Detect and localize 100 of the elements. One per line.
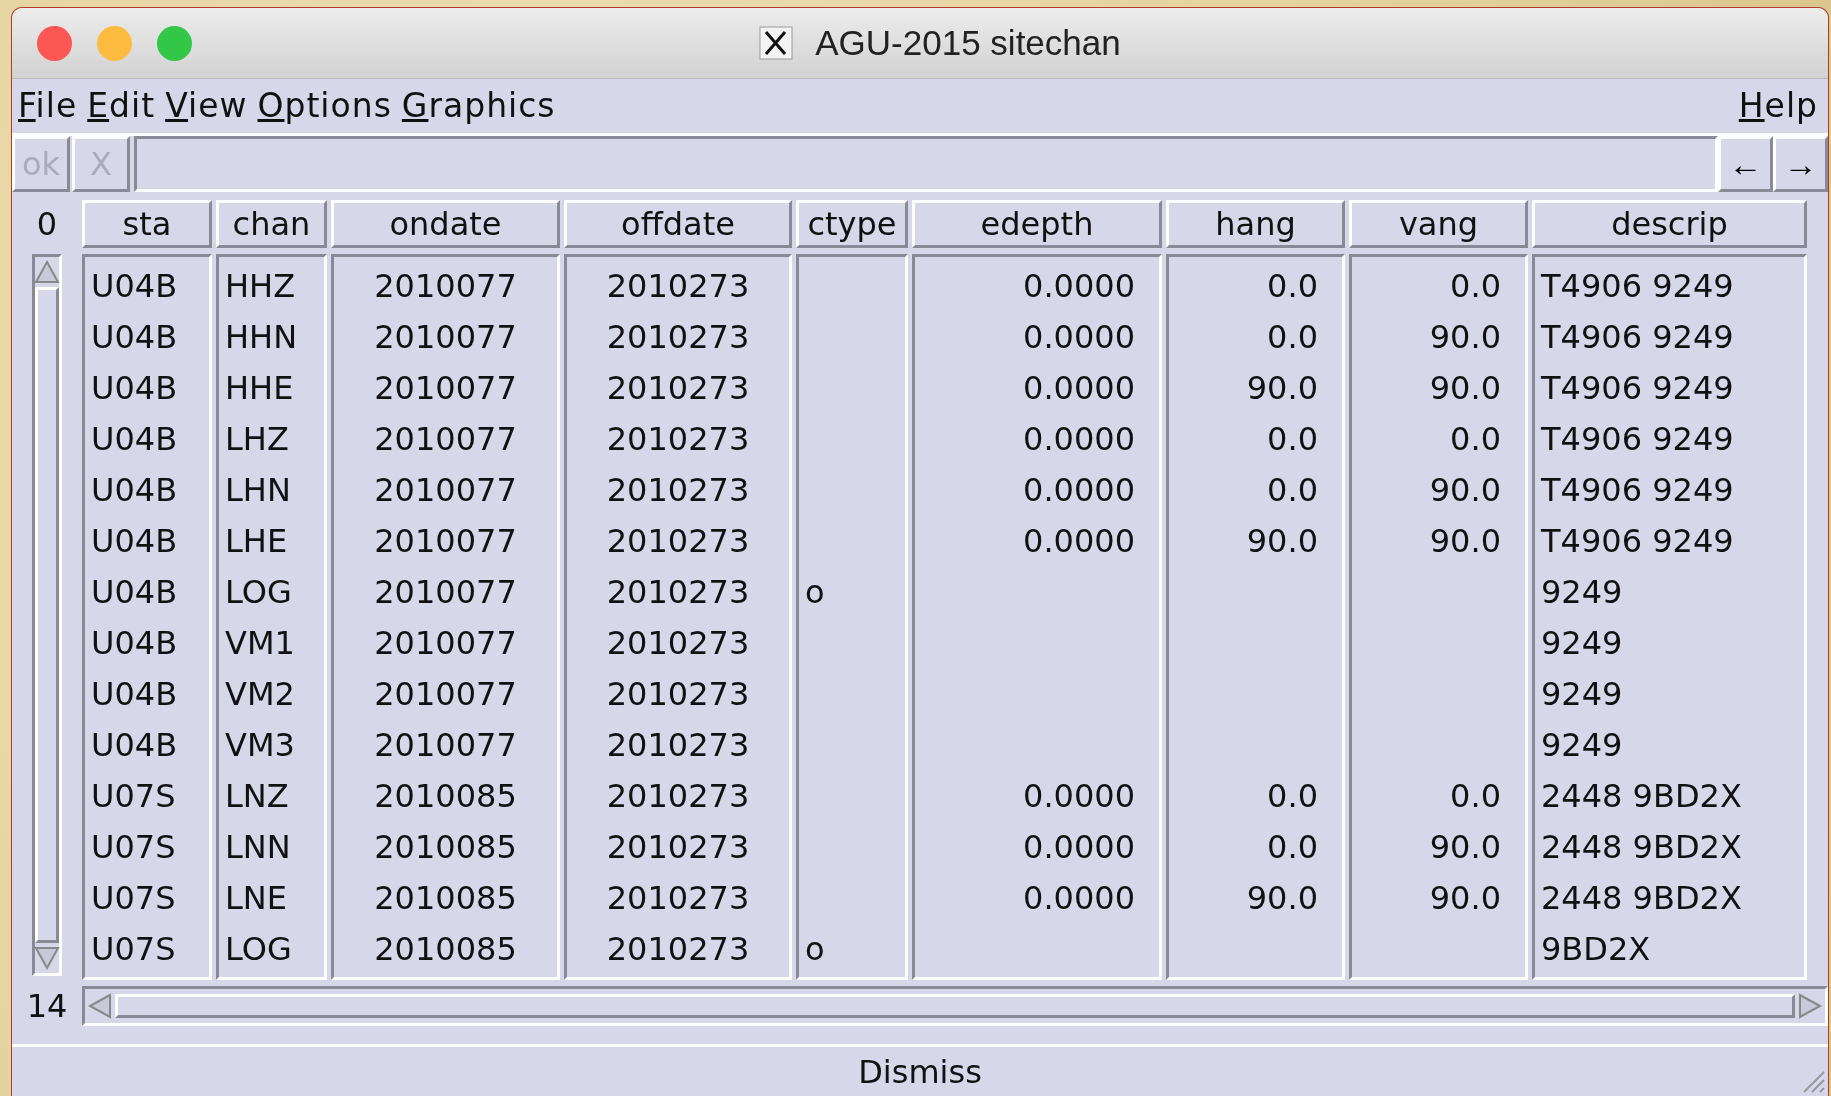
forward-button[interactable]: → — [1773, 136, 1828, 192]
window-title: AGU-2015 sitechan — [815, 23, 1121, 63]
table-cell-text: 0.0 — [1266, 317, 1319, 356]
table-cell-text: 2010077 — [373, 470, 518, 509]
column-header[interactable]: chan — [216, 200, 327, 248]
input-field[interactable] — [134, 136, 1718, 192]
row-index: 0 — [36, 204, 58, 245]
vertical-scrollbar[interactable] — [32, 254, 62, 976]
table-cell-text: VM3 — [225, 725, 296, 764]
table-cell-text: 90.0 — [1245, 521, 1319, 560]
x-window-icon — [759, 26, 794, 60]
column-header[interactable]: hang — [1166, 200, 1345, 248]
column-header[interactable]: vang — [1349, 200, 1528, 248]
column-header[interactable]: sta — [82, 200, 212, 248]
table-cell-text: 0.0 — [1266, 776, 1319, 815]
table-cell-text: 2010077 — [373, 317, 518, 356]
table-cell-text: 2010273 — [605, 878, 751, 917]
table-cell-text: 2010085 — [373, 878, 518, 917]
table-cell-text: 2010273 — [605, 725, 751, 764]
table-cell-text: 0.0 — [1266, 827, 1319, 866]
table-cell-text: VM2 — [225, 674, 296, 713]
table-cell-text: 0.0000 — [1022, 827, 1136, 866]
table-cell-text: 2010077 — [373, 725, 518, 764]
table-cell-text: 90.0 — [1245, 368, 1319, 407]
table-cell-text: 2010273 — [605, 419, 751, 458]
table-cell-text: U07S — [91, 827, 177, 866]
table-cell-text: 90.0 — [1428, 317, 1502, 356]
table-cell-text: 9BD2X — [1541, 929, 1652, 968]
table-cell-text: 9249 — [1541, 572, 1624, 611]
table-cell-text: 2010273 — [605, 266, 751, 305]
column-header[interactable]: descrip — [1532, 200, 1807, 248]
table-cell-text: 2010085 — [373, 929, 518, 968]
table-cell-text: 2010085 — [373, 827, 518, 866]
table-cell-text: LOG — [225, 572, 293, 611]
table-cell-text: 2010077 — [373, 368, 518, 407]
table-cell-text: 2010077 — [373, 572, 518, 611]
table-cell-text: LHZ — [225, 419, 290, 458]
table-cell-text: 9249 — [1541, 623, 1624, 662]
table-cell-text: HHZ — [225, 266, 297, 305]
table-cell-text: o — [805, 929, 826, 968]
table-cell-text: 90.0 — [1428, 827, 1502, 866]
table-cell-text: U04B — [91, 623, 179, 662]
table-cell-text: 2010273 — [605, 776, 751, 815]
column-header[interactable]: offdate — [564, 200, 792, 248]
menu-item[interactable]: Edit — [87, 85, 156, 125]
close-icon[interactable] — [37, 25, 72, 61]
table-cell-text: U04B — [91, 317, 179, 356]
table-cell-text: 2010273 — [605, 521, 751, 560]
scroll-up-icon[interactable] — [34, 259, 60, 285]
table-cell-text: 2010273 — [605, 317, 751, 356]
column-header[interactable]: ondate — [331, 200, 560, 248]
menu-item[interactable]: Graphics — [401, 85, 556, 125]
menu-item[interactable]: Options — [257, 85, 392, 125]
table-cell-text: 2010273 — [605, 929, 751, 968]
table-cell-text: U07S — [91, 878, 177, 917]
table-cell-text: 90.0 — [1245, 878, 1319, 917]
table-cell-text: 2010077 — [373, 623, 518, 662]
table-cell-text: 0.0000 — [1022, 266, 1136, 305]
table-cell-text: 2010273 — [605, 470, 751, 509]
column-header[interactable]: ctype — [796, 200, 908, 248]
column-header[interactable]: edepth — [912, 200, 1162, 248]
table-cell-text: VM1 — [225, 623, 296, 662]
table-cell-text: 2010273 — [605, 827, 751, 866]
table-cell-text: HHN — [225, 317, 299, 356]
maximize-icon[interactable] — [157, 25, 192, 61]
table-cell-text: U04B — [91, 674, 179, 713]
table-cell-text: LOG — [225, 929, 293, 968]
table-cell-text: HHE — [225, 368, 295, 407]
table-cell-text: 2448 9BD2X — [1541, 878, 1743, 917]
table-cell-text: LNN — [225, 827, 292, 866]
menu-item[interactable]: View — [165, 85, 248, 125]
table-cell-text: o — [805, 572, 826, 611]
table-cell-text: 2010077 — [373, 674, 518, 713]
scroll-left-icon[interactable] — [87, 993, 113, 1019]
table-cell-text: U07S — [91, 929, 177, 968]
menu-item[interactable]: File — [18, 85, 78, 125]
table-cell-text: U04B — [91, 725, 179, 764]
table-cell-text: 90.0 — [1428, 470, 1502, 509]
table-cell-text: U04B — [91, 266, 179, 305]
table-cell-text: U04B — [91, 419, 179, 458]
table-cell-text: 2448 9BD2X — [1541, 776, 1743, 815]
row-count: 14 — [26, 986, 68, 1027]
back-button[interactable]: ← — [1718, 136, 1773, 192]
minimize-icon[interactable] — [97, 25, 132, 61]
horizontal-scrollbar[interactable] — [82, 986, 1828, 1026]
table-cell-text: 0.0 — [1266, 470, 1319, 509]
table-cell-text: T4906 9249 — [1541, 266, 1735, 305]
table-cell-text: 9249 — [1541, 674, 1624, 713]
table-cell-text: 9249 — [1541, 725, 1624, 764]
table-cell-text: 0.0000 — [1022, 878, 1136, 917]
table-cell-text: 0.0000 — [1022, 521, 1136, 560]
scroll-right-icon[interactable] — [1797, 993, 1823, 1019]
table-cell-text: U07S — [91, 776, 177, 815]
table-cell-text: 0.0000 — [1022, 419, 1136, 458]
table-cell-text: T4906 9249 — [1541, 368, 1735, 407]
scroll-down-icon[interactable] — [34, 945, 60, 971]
help-menu[interactable]: Help — [1738, 85, 1818, 125]
table-cell-text: LNZ — [225, 776, 290, 815]
table-cell-text: U04B — [91, 368, 179, 407]
table-cell-text: 2010077 — [373, 419, 518, 458]
